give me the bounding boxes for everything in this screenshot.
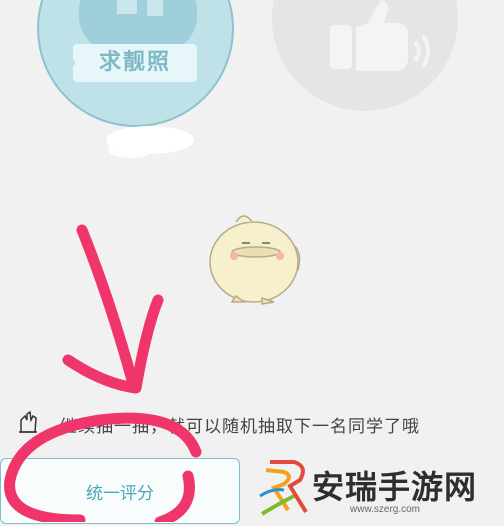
draw-next-student-hint: 继续抽一抽，就可以随机抽取下一名同学了哦	[60, 417, 420, 437]
watermark-logo-icon	[259, 460, 308, 516]
rate-all-label: 统一评分	[86, 483, 154, 504]
thumbs-up-icon	[330, 0, 430, 71]
request-photo-button[interactable]: 求靓照	[37, 0, 234, 127]
banner-dot-right	[197, 58, 207, 68]
watermark-url: www.szerg.com	[350, 504, 421, 515]
rate-all-button[interactable]: 统一评分	[0, 458, 240, 524]
like-button[interactable]	[272, 0, 458, 111]
watermark-name: 安瑞手游网	[312, 468, 478, 506]
shake-hand-icon	[17, 410, 39, 434]
site-watermark: 安瑞手游网 www.szerg.com	[254, 454, 504, 522]
request-photo-label: 求靓照	[98, 50, 171, 75]
